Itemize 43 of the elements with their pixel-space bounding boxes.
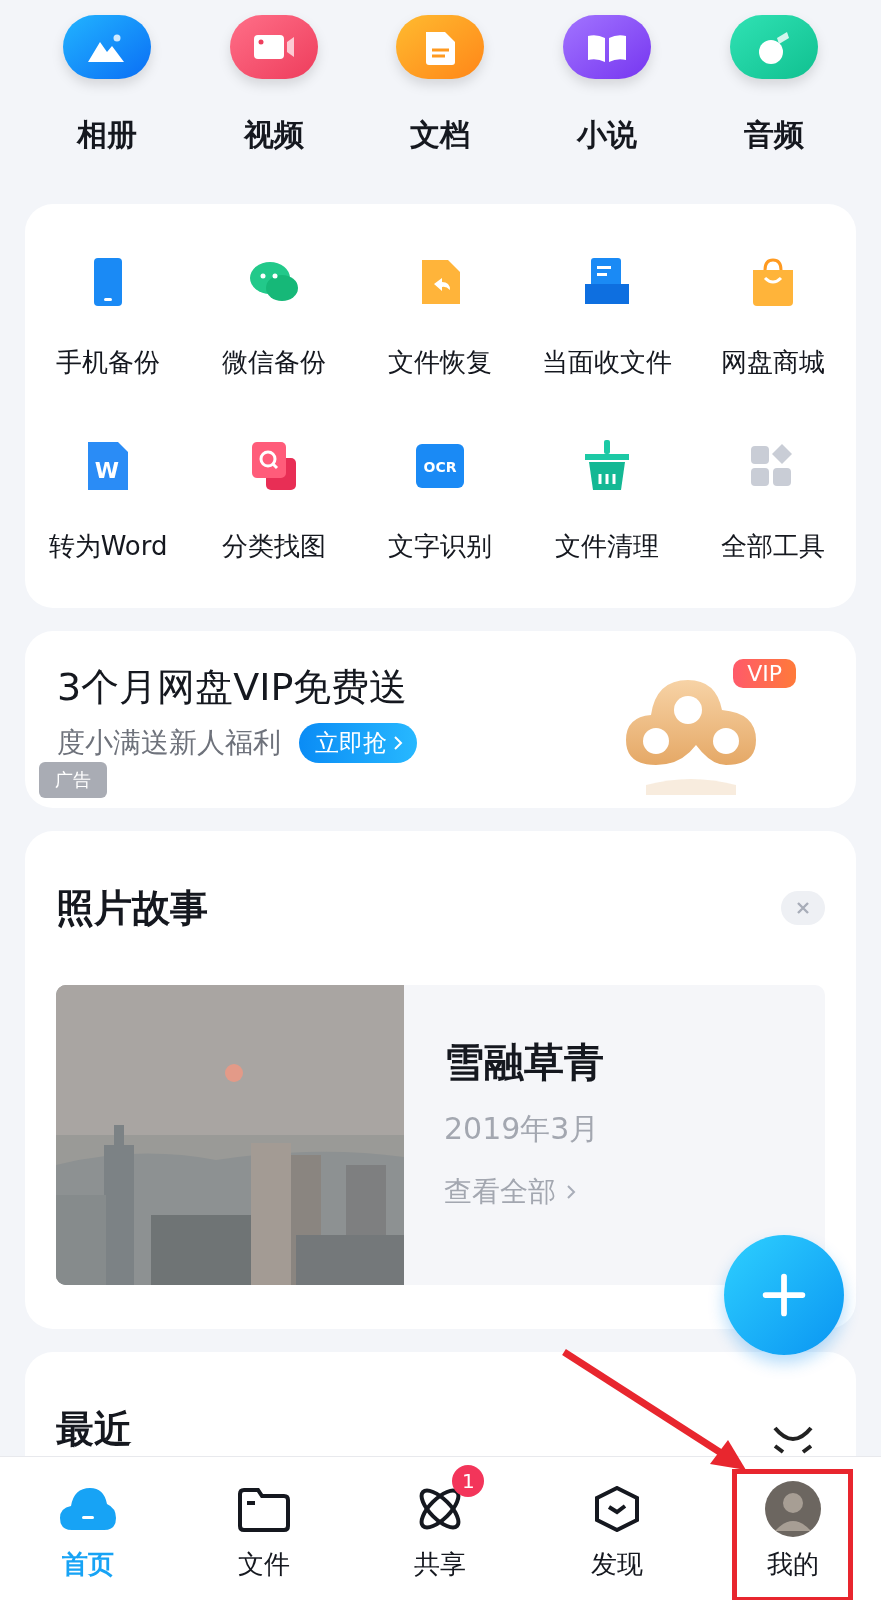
story-panel[interactable]: 雪融草青 2019年3月 查看全部 [56, 985, 825, 1285]
nav-tab[interactable]: 我的 [734, 1471, 852, 1600]
novel-icon[interactable] [562, 14, 653, 80]
tool-label[interactable]: 文件恢复 [388, 346, 493, 378]
album-title: 雪融草青 [444, 1038, 604, 1087]
tool-label[interactable]: 当面收文件 [541, 346, 672, 378]
chevron-right-icon [566, 1184, 576, 1200]
tool-label[interactable]: 转为Word [48, 530, 168, 562]
category-label[interactable]: 文档 [410, 118, 471, 152]
category-label[interactable]: 相册 [77, 118, 138, 152]
close-button[interactable] [781, 891, 825, 925]
ad-tag: 广告 [39, 762, 107, 798]
category-label[interactable]: 视频 [243, 118, 304, 152]
card-title: 最近 [56, 1406, 132, 1453]
nav-tab[interactable]: 1 共享 [394, 1457, 487, 1600]
nav-tab[interactable]: 文件 [218, 1457, 311, 1600]
audio-icon[interactable] [728, 14, 819, 80]
chevron-icon[interactable] [771, 1424, 815, 1454]
category-label[interactable]: 小说 [577, 118, 638, 152]
tool-label[interactable]: 网盘商城 [720, 346, 825, 378]
tool-label[interactable]: 手机备份 [56, 346, 161, 378]
avatar-icon [764, 1481, 821, 1537]
tool-label[interactable]: 全部工具 [720, 530, 825, 562]
tool-label[interactable]: 文件清理 [554, 530, 659, 562]
category-label[interactable]: 音频 [743, 118, 804, 152]
ad-title: 3个月网盘VIP免费送 [57, 664, 409, 709]
doc-icon[interactable] [395, 14, 486, 80]
tool-label[interactable]: 分类找图 [222, 530, 327, 562]
card-title: 照片故事 [56, 884, 208, 932]
plus-icon [761, 1272, 807, 1318]
notification-badge: 1 [452, 1465, 485, 1497]
vip-badge: VIP [733, 659, 796, 688]
album-date: 2019年3月 [444, 1111, 601, 1147]
ad-banner[interactable]: 3个月网盘VIP免费送 度小满送新人福利 立即抢 VIP 广告 [25, 631, 856, 808]
album-icon[interactable] [62, 14, 153, 80]
tool-label[interactable]: 微信备份 [222, 346, 327, 378]
close-icon [795, 900, 811, 916]
cloud-icon [58, 1486, 119, 1532]
chevron-right-icon [393, 734, 403, 751]
ad-subtitle: 度小满送新人福利 [57, 725, 281, 760]
nav-tab[interactable]: 发现 [570, 1457, 663, 1600]
video-icon[interactable] [228, 14, 319, 80]
tool-label[interactable]: 文字识别 [388, 530, 493, 562]
